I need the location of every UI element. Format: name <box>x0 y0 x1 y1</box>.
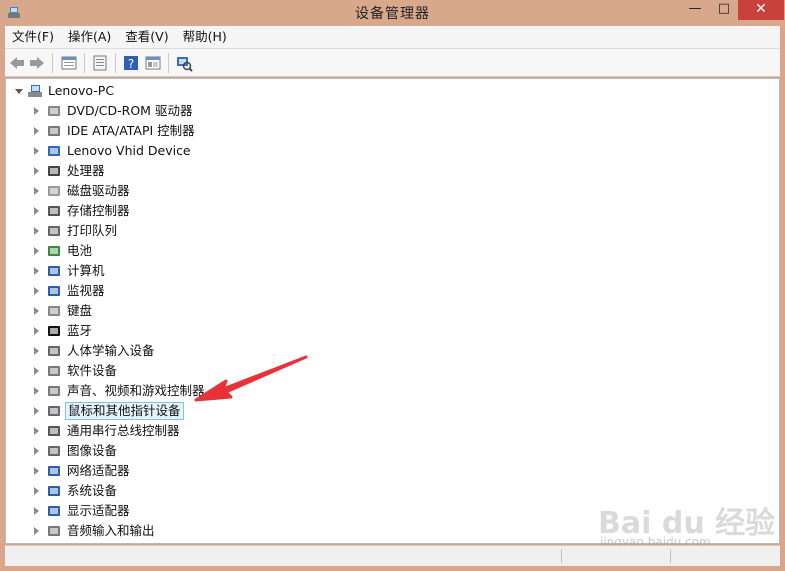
annotation-arrow <box>194 355 308 402</box>
annotation-layer <box>194 355 308 402</box>
device-manager-window: 设备管理器 — □ ✕ 文件(F) 操作(A) 查看(V) 帮助(H) ? Lenov… <box>0 0 785 571</box>
status-separator <box>561 549 562 563</box>
status-separator <box>670 549 671 563</box>
status-bar <box>5 545 780 566</box>
